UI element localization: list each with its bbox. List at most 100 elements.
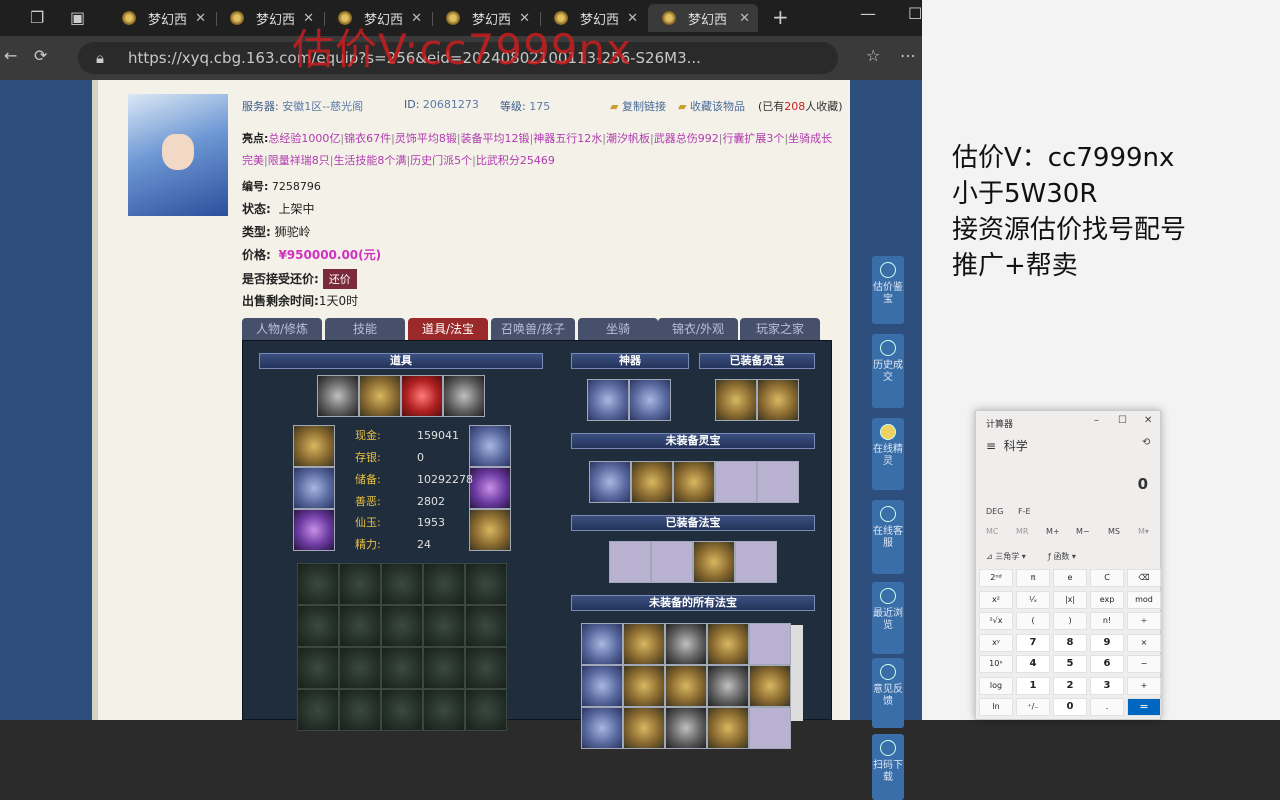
calc-key[interactable]: = bbox=[1127, 698, 1161, 716]
ornament-slot[interactable] bbox=[469, 425, 511, 467]
empty-slot[interactable] bbox=[735, 541, 777, 583]
tab-outfits[interactable]: 锦衣/外观 bbox=[658, 318, 738, 340]
fabao-item-slot[interactable] bbox=[581, 623, 623, 665]
spirit-slot[interactable] bbox=[715, 379, 757, 421]
inventory-slot[interactable] bbox=[465, 647, 507, 689]
calc-key[interactable]: log bbox=[979, 676, 1013, 695]
spirit-slot[interactable] bbox=[673, 461, 715, 503]
m-minus-button[interactable]: M− bbox=[1076, 527, 1090, 536]
calc-key[interactable]: ÷ bbox=[1127, 612, 1161, 630]
tab-home[interactable]: 玩家之家 bbox=[740, 318, 820, 340]
equipped-belt-slot[interactable] bbox=[443, 375, 485, 417]
inventory-slot[interactable] bbox=[465, 563, 507, 605]
calc-key[interactable]: x² bbox=[979, 590, 1013, 609]
calc-key[interactable]: ( bbox=[1016, 612, 1050, 630]
calc-key[interactable]: + bbox=[1127, 676, 1161, 695]
fabao-slot[interactable] bbox=[609, 541, 651, 583]
m-plus-button[interactable]: M+ bbox=[1046, 527, 1060, 536]
spirit-slot[interactable] bbox=[631, 461, 673, 503]
calc-key[interactable]: exp bbox=[1090, 590, 1124, 609]
maximize-icon[interactable]: ☐ bbox=[908, 4, 922, 23]
fabao-item-slot[interactable] bbox=[581, 707, 623, 749]
minimize-icon[interactable]: – bbox=[1094, 415, 1099, 426]
history-icon[interactable]: ⟲ bbox=[1142, 437, 1150, 448]
inventory-slot[interactable] bbox=[381, 647, 423, 689]
inventory-slot[interactable] bbox=[297, 647, 339, 689]
inventory-slot[interactable] bbox=[339, 689, 381, 731]
calc-key[interactable]: ⌫ bbox=[1127, 569, 1161, 587]
favorites-icon[interactable]: ☆ bbox=[866, 46, 880, 65]
ornament-slot[interactable] bbox=[469, 467, 511, 509]
calc-key[interactable]: × bbox=[1127, 633, 1161, 652]
equipped-necklace-slot[interactable] bbox=[359, 375, 401, 417]
inventory-slot[interactable] bbox=[339, 563, 381, 605]
fabao-item-slot[interactable] bbox=[707, 707, 749, 749]
support-button[interactable]: 在线客服 bbox=[872, 500, 904, 574]
inventory-slot[interactable] bbox=[465, 689, 507, 731]
close-tab-icon[interactable]: ✕ bbox=[739, 11, 750, 26]
new-tab-icon[interactable]: + bbox=[772, 5, 789, 29]
favorite-button[interactable]: ▰ 收藏该物品 bbox=[678, 98, 745, 114]
inventory-slot[interactable] bbox=[297, 689, 339, 731]
calc-key[interactable]: 9 bbox=[1090, 633, 1124, 652]
calc-key[interactable]: 6 bbox=[1090, 655, 1124, 673]
calc-key[interactable]: π bbox=[1016, 569, 1050, 587]
inventory-slot[interactable] bbox=[381, 605, 423, 647]
menu-icon[interactable]: ≡ bbox=[986, 439, 996, 453]
tab-actions-icon[interactable]: ▣ bbox=[70, 8, 85, 27]
ornament-slot[interactable] bbox=[293, 467, 335, 509]
fabao-item-slot[interactable] bbox=[707, 623, 749, 665]
mc-button[interactable]: MC bbox=[986, 527, 999, 536]
inventory-slot[interactable] bbox=[381, 689, 423, 731]
back-icon[interactable]: ← bbox=[4, 46, 17, 65]
calc-key[interactable]: 3 bbox=[1090, 676, 1124, 695]
func-dropdown[interactable]: ƒ 函数 ▾ bbox=[1048, 551, 1076, 562]
calc-key[interactable]: xʸ bbox=[979, 633, 1013, 652]
fe-button[interactable]: F-E bbox=[1018, 507, 1031, 516]
appraise-button[interactable]: 估价鉴宝 bbox=[872, 256, 904, 324]
empty-slot[interactable] bbox=[715, 461, 757, 503]
calc-key[interactable]: ⁺/₋ bbox=[1016, 698, 1050, 716]
calc-key[interactable]: 5 bbox=[1053, 655, 1087, 673]
calc-key[interactable]: 2 bbox=[1053, 676, 1087, 695]
tab-skills[interactable]: 技能 bbox=[325, 318, 405, 340]
feedback-button[interactable]: 意见反馈 bbox=[872, 658, 904, 728]
artifact-slot[interactable] bbox=[629, 379, 671, 421]
inventory-slot[interactable] bbox=[381, 563, 423, 605]
mode-title[interactable]: ≡ 科学 bbox=[986, 437, 1028, 454]
inventory-slot[interactable] bbox=[339, 647, 381, 689]
trig-dropdown[interactable]: ⊿ 三角学 ▾ bbox=[986, 551, 1026, 562]
deg-button[interactable]: DEG bbox=[986, 507, 1003, 516]
equipped-armor-slot[interactable] bbox=[401, 375, 443, 417]
fabao-item-slot[interactable] bbox=[623, 665, 665, 707]
inventory-slot[interactable] bbox=[339, 605, 381, 647]
tab-pets[interactable]: 召唤兽/孩子 bbox=[491, 318, 575, 340]
calc-key[interactable]: 8 bbox=[1053, 633, 1087, 652]
spirit-slot[interactable] bbox=[757, 379, 799, 421]
calc-key[interactable]: n! bbox=[1090, 612, 1124, 630]
calc-key[interactable]: ) bbox=[1053, 612, 1087, 630]
fabao-item-slot[interactable] bbox=[749, 665, 791, 707]
fabao-item-slot[interactable] bbox=[707, 665, 749, 707]
inventory-slot[interactable] bbox=[423, 563, 465, 605]
calc-key[interactable]: 1 bbox=[1016, 676, 1050, 695]
fabao-item-slot[interactable] bbox=[749, 707, 791, 749]
calc-key[interactable]: C bbox=[1090, 569, 1124, 587]
calc-key[interactable]: 4 bbox=[1016, 655, 1050, 673]
inventory-slot[interactable] bbox=[423, 689, 465, 731]
copy-link-button[interactable]: ▰ 复制链接 bbox=[610, 98, 666, 114]
inventory-slot[interactable] bbox=[297, 605, 339, 647]
fabao-slot[interactable] bbox=[693, 541, 735, 583]
fabao-item-slot[interactable] bbox=[665, 623, 707, 665]
close-icon[interactable]: ✕ bbox=[1144, 415, 1152, 426]
calc-key[interactable]: |x| bbox=[1053, 590, 1087, 609]
fabao-scrollbar[interactable] bbox=[791, 625, 803, 721]
equipped-helmet-slot[interactable] bbox=[317, 375, 359, 417]
calc-key[interactable]: 0 bbox=[1053, 698, 1087, 716]
close-tab-icon[interactable]: ✕ bbox=[195, 11, 206, 26]
ornament-slot[interactable] bbox=[469, 509, 511, 551]
fabao-item-slot[interactable] bbox=[749, 623, 791, 665]
sprite-button[interactable]: 在线精灵 bbox=[872, 418, 904, 490]
calc-key[interactable]: ¹⁄ₓ bbox=[1016, 590, 1050, 609]
inventory-slot[interactable] bbox=[423, 605, 465, 647]
